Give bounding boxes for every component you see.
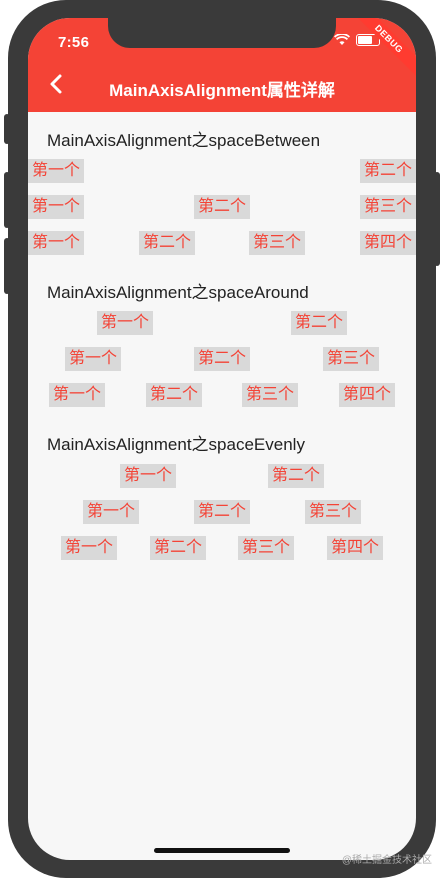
chip: 第二个 [291,311,347,335]
chip: 第二个 [360,159,416,183]
chip: 第二个 [194,500,250,524]
chip: 第一个 [65,347,121,371]
phone-frame: 7:56 DEBUG MainAxisAlignment属性详解 MainAxi… [4,0,440,880]
chip: 第二个 [146,383,202,407]
debug-banner: DEBUG [345,18,416,83]
row-space-around-2: 第一个 第二个 [28,311,416,335]
row-space-between-2: 第一个 第二个 [28,159,416,183]
row-space-evenly-2: 第一个 第二个 [28,464,416,488]
notch [108,18,336,48]
row-space-around-3: 第一个 第二个 第三个 [28,347,416,371]
chip: 第三个 [249,231,305,255]
home-indicator[interactable] [154,848,290,853]
chip: 第一个 [83,500,139,524]
app-bar: 7:56 DEBUG MainAxisAlignment属性详解 [28,18,416,112]
chip: 第三个 [323,347,379,371]
section-title-space-around: MainAxisAlignment之spaceAround [47,283,309,302]
chip: 第三个 [238,536,294,560]
chip: 第三个 [242,383,298,407]
chip: 第一个 [61,536,117,560]
chip: 第二个 [268,464,324,488]
volume-up-button [4,172,10,228]
chip: 第一个 [28,231,84,255]
chip: 第二个 [139,231,195,255]
chip: 第四个 [339,383,395,407]
watermark: @稀土掘金技术社区 [341,855,432,866]
section-title-space-between: MainAxisAlignment之spaceBetween [47,131,321,150]
chip: 第一个 [28,195,84,219]
chip: 第四个 [327,536,383,560]
page-title: MainAxisAlignment属性详解 [109,81,335,100]
section-title-space-evenly: MainAxisAlignment之spaceEvenly [47,435,305,454]
chip: 第一个 [120,464,176,488]
chip: 第四个 [360,231,416,255]
volume-down-button [4,238,10,294]
chip: 第二个 [194,195,250,219]
row-space-evenly-3: 第一个 第二个 第三个 [28,500,416,524]
row-space-around-4: 第一个 第二个 第三个 第四个 [28,383,416,407]
chip: 第一个 [97,311,153,335]
chip: 第一个 [49,383,105,407]
chip: 第三个 [305,500,361,524]
wifi-icon [334,34,350,45]
power-button [434,172,440,266]
chip: 第一个 [28,159,84,183]
chip: 第三个 [360,195,416,219]
status-icons [334,34,380,46]
mute-switch [4,114,10,144]
status-time: 7:56 [58,34,90,51]
row-space-between-3: 第一个 第二个 第三个 [28,195,416,219]
screen: 7:56 DEBUG MainAxisAlignment属性详解 MainAxi… [28,18,416,860]
chip: 第二个 [194,347,250,371]
row-space-evenly-4: 第一个 第二个 第三个 第四个 [28,536,416,560]
chip: 第二个 [150,536,206,560]
row-space-between-4: 第一个 第二个 第三个 第四个 [28,231,416,255]
